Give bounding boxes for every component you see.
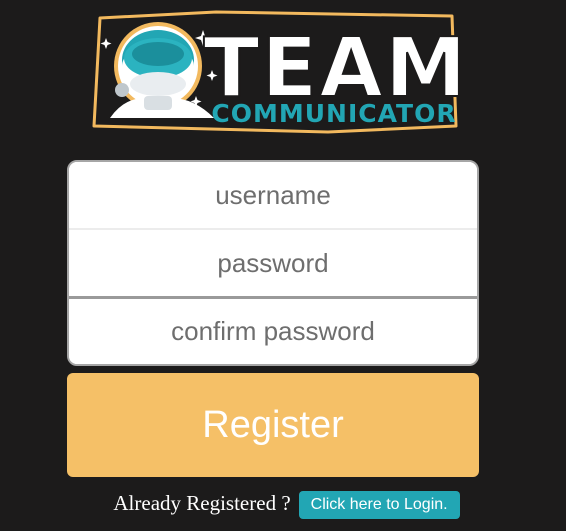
register-page: TEAM COMMUNICATOR Register Already Regis… [0, 0, 566, 531]
team-communicator-logo: TEAM COMMUNICATOR [88, 8, 460, 134]
password-input[interactable] [69, 230, 477, 299]
register-form [67, 160, 479, 366]
login-link-button[interactable]: Click here to Login. [298, 491, 460, 519]
register-button[interactable]: Register [67, 373, 479, 477]
confirm-password-input[interactable] [69, 299, 477, 364]
username-input[interactable] [69, 162, 477, 230]
login-prompt-row: Already Registered ? Click here to Login… [0, 486, 566, 520]
logo-subtitle: COMMUNICATOR [211, 99, 456, 128]
already-registered-text: Already Registered ? [113, 490, 291, 515]
